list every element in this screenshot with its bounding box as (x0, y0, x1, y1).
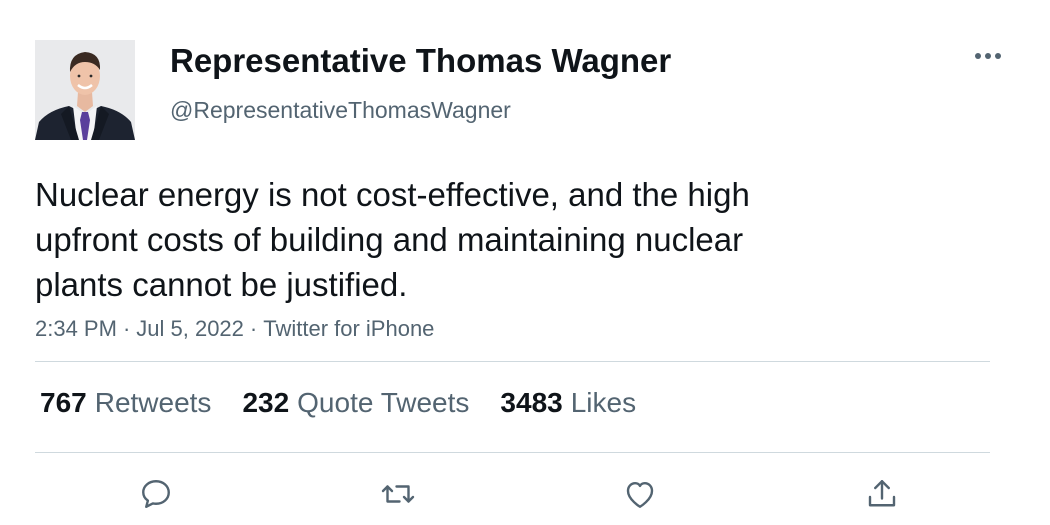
share-icon (868, 480, 896, 507)
heart-icon (626, 482, 654, 508)
retweets-stat[interactable]: 767 Retweets (40, 387, 211, 419)
display-name[interactable]: Representative Thomas Wagner (170, 42, 671, 80)
more-icon (975, 53, 1001, 59)
likes-label: Likes (570, 387, 637, 418)
tweet-metadata: 2:34 PM · Jul 5, 2022 · Twitter for iPhone (35, 316, 434, 342)
share-button[interactable] (862, 474, 902, 514)
retweets-count: 767 (40, 387, 87, 418)
quote-tweets-stat[interactable]: 232 Quote Tweets (242, 387, 469, 419)
tweet-source[interactable]: Twitter for iPhone (263, 316, 434, 341)
divider (35, 452, 990, 453)
tweet-time[interactable]: 2:34 PM (35, 316, 117, 341)
separator: · (122, 316, 131, 341)
separator: · (249, 316, 258, 341)
divider (35, 361, 990, 362)
tweet-card: Representative Thomas Wagner @Representa… (0, 0, 1050, 525)
tweet-date[interactable]: Jul 5, 2022 (136, 316, 244, 341)
more-button[interactable] (970, 42, 1006, 70)
like-button[interactable] (620, 474, 660, 514)
tweet-text: Nuclear energy is not cost-effective, an… (35, 176, 750, 303)
likes-stat[interactable]: 3483 Likes (500, 387, 636, 419)
likes-count: 3483 (500, 387, 563, 418)
user-handle[interactable]: @RepresentativeThomasWagner (170, 97, 511, 124)
profile-photo-icon (35, 40, 135, 140)
retweet-button[interactable] (378, 474, 418, 514)
reply-button[interactable] (136, 474, 176, 514)
quote-tweets-label: Quote Tweets (297, 387, 470, 418)
retweets-label: Retweets (94, 387, 212, 418)
comment-icon (142, 480, 170, 508)
avatar[interactable] (35, 40, 135, 140)
engagement-stats: 767 Retweets 232 Quote Tweets 3483 Likes (40, 387, 667, 419)
quote-tweets-count: 232 (242, 387, 290, 418)
retweet-icon (381, 485, 415, 503)
